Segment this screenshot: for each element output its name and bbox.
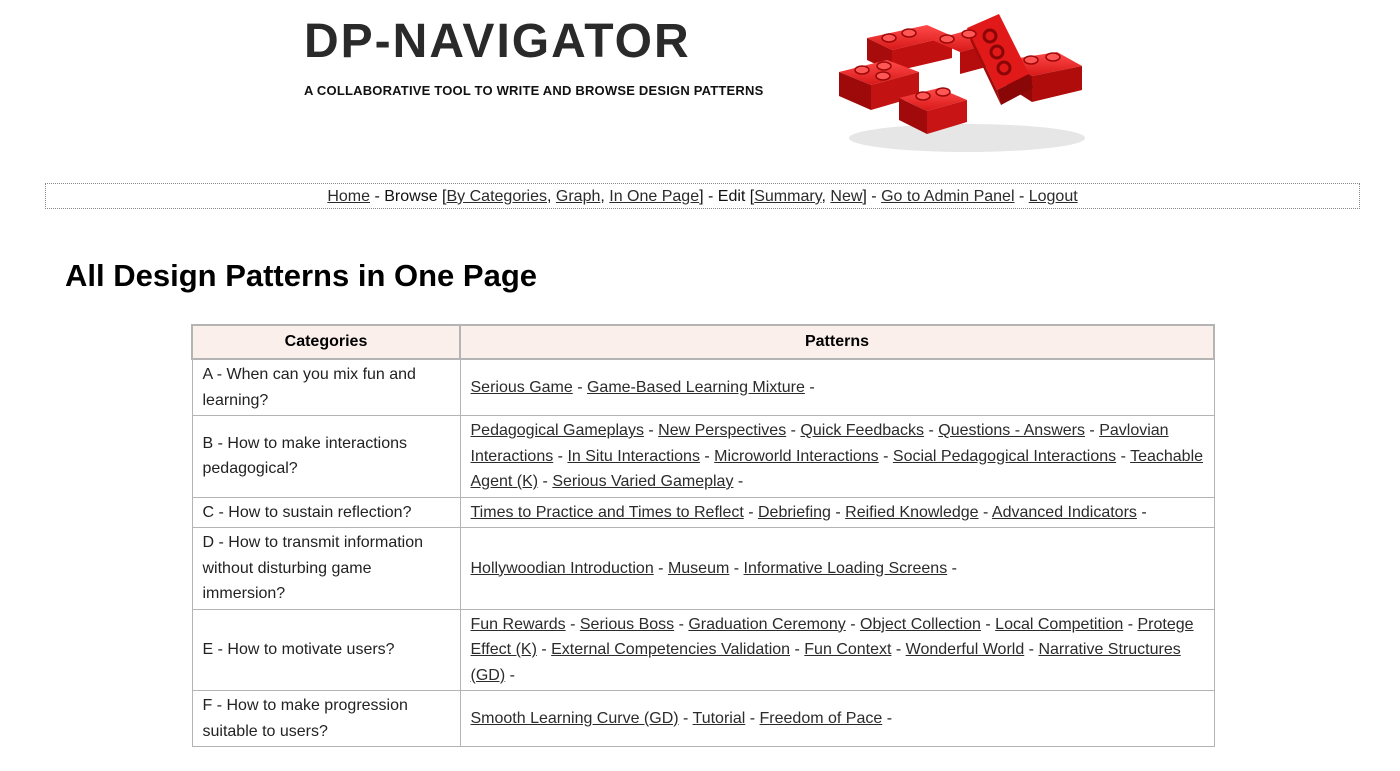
patterns-cell: Fun Rewards - Serious Boss - Graduation … <box>459 608 1215 691</box>
pattern-link[interactable]: Fun Rewards <box>471 616 566 633</box>
category-cell: B - How to make interactions pedagogical… <box>191 415 461 498</box>
pattern-link[interactable]: Serious Game <box>471 379 573 396</box>
pattern-link[interactable]: Questions - Answers <box>938 422 1085 439</box>
site-title: DP-NAVIGATOR <box>304 15 691 68</box>
pattern-link[interactable]: In Situ Interactions <box>567 448 700 465</box>
pattern-link[interactable]: Informative Loading Screens <box>744 560 948 577</box>
patterns-cell: Hollywoodian Introduction - Museum - Inf… <box>459 527 1215 610</box>
nav-logout-link[interactable]: Logout <box>1029 188 1078 205</box>
pattern-link[interactable]: Local Competition <box>995 616 1123 633</box>
pattern-link[interactable]: Game-Based Learning Mixture <box>587 379 805 396</box>
nav-summary-link[interactable]: Summary <box>754 188 821 205</box>
pattern-link[interactable]: Object Collection <box>860 616 981 633</box>
category-cell: F - How to make progression suitable to … <box>191 690 461 747</box>
pattern-link[interactable]: Tutorial <box>693 710 746 727</box>
table-row: F - How to make progression suitable to … <box>191 690 1215 747</box>
nav-by-categories-link[interactable]: By Categories <box>447 188 548 205</box>
pattern-link[interactable]: Wonderful World <box>906 641 1025 658</box>
nav-in-one-page-link[interactable]: In One Page <box>609 188 699 205</box>
pattern-link[interactable]: New Perspectives <box>658 422 786 439</box>
pattern-link[interactable]: Social Pedagogical Interactions <box>893 448 1116 465</box>
nav-edit-label: Edit <box>717 188 746 205</box>
pattern-link[interactable]: Graduation Ceremony <box>688 616 845 633</box>
patterns-table: Categories Patterns A - When can you mix… <box>191 324 1215 747</box>
pattern-link[interactable]: Freedom of Pace <box>760 710 883 727</box>
nav-home-link[interactable]: Home <box>327 188 370 205</box>
table-row: B - How to make interactions pedagogical… <box>191 415 1215 498</box>
page-heading: All Design Patterns in One Page <box>65 258 538 293</box>
patterns-cell: Smooth Learning Curve (GD) - Tutorial - … <box>459 690 1215 747</box>
pattern-link[interactable]: Museum <box>668 560 729 577</box>
table-header-row: Categories Patterns <box>191 324 1215 360</box>
pattern-link[interactable]: External Competencies Validation <box>551 641 790 658</box>
pattern-link[interactable]: Smooth Learning Curve (GD) <box>471 710 679 727</box>
pattern-link[interactable]: Debriefing <box>758 504 831 521</box>
pattern-link[interactable]: Hollywoodian Introduction <box>471 560 654 577</box>
pattern-link[interactable]: Microworld Interactions <box>714 448 879 465</box>
site-tagline: A COLLABORATIVE TOOL TO WRITE AND BROWSE… <box>304 83 764 98</box>
nav-admin-panel-link[interactable]: Go to Admin Panel <box>881 188 1014 205</box>
categories-column-header: Categories <box>191 324 461 360</box>
pattern-link[interactable]: Times to Practice and Times to Reflect <box>471 504 744 521</box>
patterns-cell: Times to Practice and Times to Reflect -… <box>459 496 1215 528</box>
page-root: DP-NAVIGATOR A COLLABORATIVE TOOL TO WRI… <box>0 0 1400 771</box>
patterns-column-header: Patterns <box>459 324 1215 360</box>
category-cell: A - When can you mix fun and learning? <box>191 358 461 416</box>
table-row: D - How to transmit information without … <box>191 527 1215 610</box>
category-cell: D - How to transmit information without … <box>191 527 461 610</box>
table-row: C - How to sustain reflection? Times to P… <box>191 496 1215 528</box>
pattern-link[interactable]: Serious Boss <box>580 616 674 633</box>
pattern-link[interactable]: Reified Knowledge <box>845 504 978 521</box>
pattern-link[interactable]: Serious Varied Gameplay <box>552 473 733 490</box>
nav-browse-label: Browse <box>384 188 438 205</box>
category-cell: C - How to sustain reflection? <box>191 496 461 528</box>
pattern-link[interactable]: Quick Feedbacks <box>800 422 924 439</box>
pattern-link[interactable]: Advanced Indicators <box>992 504 1137 521</box>
table-body: A - When can you mix fun and learning? Se… <box>191 358 1215 747</box>
patterns-cell: Serious Game - Game-Based Learning Mixtu… <box>459 358 1215 416</box>
patterns-cell: Pedagogical Gameplays - New Perspectives… <box>459 415 1215 498</box>
table-row: A - When can you mix fun and learning? Se… <box>191 358 1215 416</box>
main-navigation: Home - Browse [By Categories, Graph, In … <box>45 183 1360 209</box>
table-row: E - How to motivate users? Fun Rewards - … <box>191 608 1215 691</box>
nav-new-link[interactable]: New <box>830 188 862 205</box>
pattern-link[interactable]: Pedagogical Gameplays <box>471 422 644 439</box>
pattern-link[interactable]: Fun Context <box>804 641 891 658</box>
category-cell: E - How to motivate users? <box>191 608 461 691</box>
nav-graph-link[interactable]: Graph <box>556 188 600 205</box>
lego-bricks-logo-icon <box>839 14 1085 152</box>
